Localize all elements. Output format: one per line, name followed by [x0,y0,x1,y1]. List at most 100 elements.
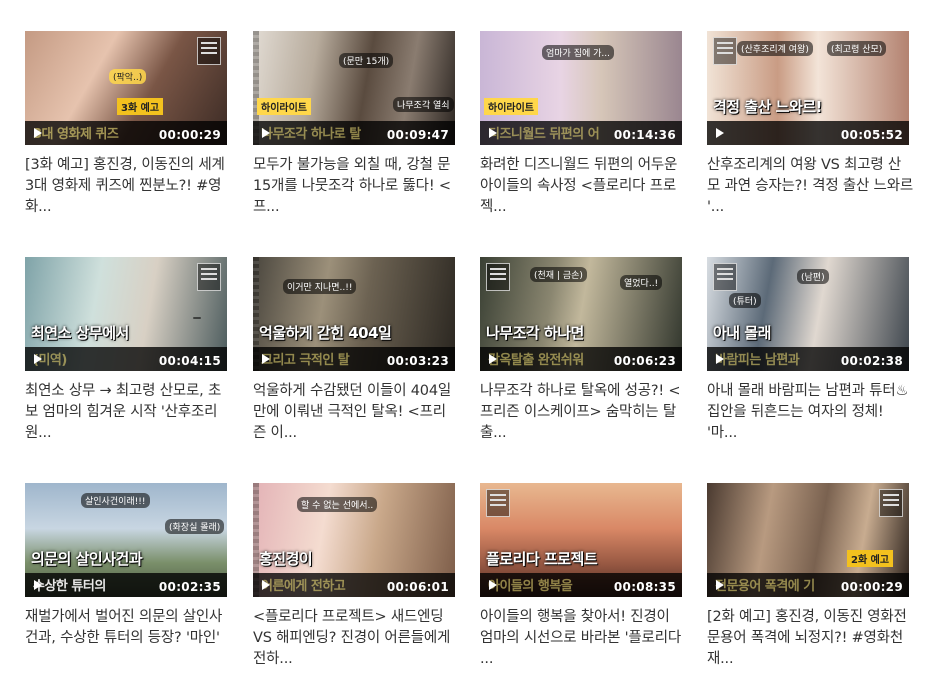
video-duration: 00:00:29 [158,128,221,142]
thumbnail-badge: 2화 예고 [847,550,894,567]
thumbnail-caption: 어른에게 전하고 [261,579,346,594]
video-title[interactable]: 나무조각 하나로 탈옥에 성공?! <프리즌 이스케이프> 숨막히는 탈출... [480,381,686,444]
video-title[interactable]: 재벌가에서 벌어진 의문의 살인사건과, 수상한 튜터의 등장? '마인' [25,607,231,649]
video-title[interactable]: 모두가 불가능을 외칠 때, 강철 문 15개를 나뭇조각 하나로 뚫다! <프… [253,155,459,218]
thumbnail-caption: 디즈니월드 뒤편의 어 [488,127,600,142]
channel-logo-icon [197,263,221,291]
video-card[interactable]: 살인사건이래!!! (화장실 몰래) 의문의 살인사건과 수상한 튜터의 00:… [25,483,229,681]
video-grid: (팍악..) 3화 예고 3대 영화제 퀴즈 00:00:29 [3화 예고] … [0,0,926,681]
channel-logo-icon [879,489,903,517]
thumbnail-caption: 바람피는 남편과 [715,353,800,368]
highlight-badge: 하이라이트 [257,98,311,115]
thumbnail-tag: (산후조리계 여왕) [737,41,813,56]
play-icon [489,354,497,364]
play-icon [489,128,497,138]
video-card[interactable]: (천재 | 금손) 열었다..! 나무조각 하나면 감옥탈출 완전쉬워 00:0… [480,257,684,457]
video-thumbnail[interactable]: (튜터) (남편) 아내 몰래 바람피는 남편과 00:02:38 [707,257,909,371]
thumbnail-tag: 할 수 없는 선에서.. [297,497,378,512]
video-duration: 00:04:15 [158,354,221,368]
thumbnail-caption: 전문용어 폭격에 기 [715,579,815,594]
video-thumbnail[interactable]: (산후조리계 여왕) (최고령 산모) 격정 출산 느와르! 00:05:52 [707,31,909,145]
play-icon [262,580,270,590]
thumbnail-tag: (천재 | 금손) [530,267,587,282]
video-duration: 00:14:36 [613,128,676,142]
video-title[interactable]: <플로리다 프로젝트> 새드엔딩 VS 해피엔딩? 진경이 어른들에게 전하..… [253,607,459,670]
thumbnail-tag: 이거만 지나면..!! [283,279,357,294]
video-thumbnail[interactable]: (천재 | 금손) 열었다..! 나무조각 하나면 감옥탈출 완전쉬워 00:0… [480,257,682,371]
play-icon [34,354,42,364]
video-thumbnail[interactable]: 할 수 없는 선에서.. 홍진경이 어른에게 전하고 00:06:01 [253,483,455,597]
video-title[interactable]: 억울하게 수감됐던 이들이 404일만에 이뤄낸 극적인 탈옥! <프리즌 이.… [253,381,459,444]
video-card[interactable]: 최연소 상무에서 (미역) 00:04:15 최연소 상무 → 최고령 산모로,… [25,257,229,457]
channel-logo-icon [713,37,737,65]
thumbnail-caption: 감옥탈출 완전쉬워 [488,353,584,368]
video-title[interactable]: 아이들의 행복을 찾아서! 진경이 엄마의 시선으로 바라본 '플로리다 ... [480,607,686,670]
thumbnail-headline: 나무조각 하나면 [486,324,584,342]
thumbnail-tag: 살인사건이래!!! [81,493,150,508]
thumbnail-tag: 열었다..! [620,275,663,290]
video-card[interactable]: (문만 15개) 나무조각 열쇠 하이라이트 나무조각 하나로 탈 00:09:… [253,31,457,231]
video-card[interactable]: 할 수 없는 선에서.. 홍진경이 어른에게 전하고 00:06:01 <플로리… [253,483,457,681]
video-card[interactable]: (팍악..) 3화 예고 3대 영화제 퀴즈 00:00:29 [3화 예고] … [25,31,229,231]
video-duration: 00:02:38 [840,354,903,368]
thumbnail-tag: 엄마가 집에 가... [542,45,614,60]
video-duration: 00:05:52 [840,128,903,142]
play-icon [489,580,497,590]
video-title[interactable]: 최연소 상무 → 최고령 산모로, 초보 엄마의 힘겨운 시작 '산후조리원..… [25,381,231,444]
video-card[interactable]: 2화 예고 전문용어 폭격에 기 00:00:29 [2화 예고] 홍진경, 이… [707,483,911,681]
thumbnail-headline: 아내 몰래 [713,324,771,342]
play-icon [716,354,724,364]
video-thumbnail[interactable]: 살인사건이래!!! (화장실 몰래) 의문의 살인사건과 수상한 튜터의 00:… [25,483,227,597]
video-card[interactable]: (튜터) (남편) 아내 몰래 바람피는 남편과 00:02:38 아내 몰래 … [707,257,911,457]
thumbnail-headline: 최연소 상무에서 [31,324,129,342]
video-duration: 00:03:23 [386,354,449,368]
video-thumbnail[interactable]: (문만 15개) 나무조각 열쇠 하이라이트 나무조각 하나로 탈 00:09:… [253,31,455,145]
play-icon [262,354,270,364]
thumbnail-tag: (팍악..) [109,69,147,84]
video-duration: 00:09:47 [386,128,449,142]
thumbnail-tag: (문만 15개) [339,53,394,68]
thumbnail-headline: 홍진경이 [259,550,313,568]
video-thumbnail[interactable]: 엄마가 집에 가... 하이라이트 디즈니월드 뒤편의 어 00:14:36 [480,31,682,145]
video-thumbnail[interactable]: 플로리다 프로젝트 아이들의 행복을 00:08:35 [480,483,682,597]
thumbnail-badge: 3화 예고 [117,98,164,115]
play-icon [34,128,42,138]
thumbnail-caption: 아이들의 행복을 [488,579,573,594]
play-icon [262,128,270,138]
video-thumbnail[interactable]: (팍악..) 3화 예고 3대 영화제 퀴즈 00:00:29 [25,31,227,145]
thumbnail-headline: 플로리다 프로젝트 [486,550,598,568]
video-duration: 00:06:01 [386,580,449,594]
thumbnail-headline: 격정 출산 느와르! [713,98,822,116]
channel-logo-icon [197,37,221,65]
channel-logo-icon [486,489,510,517]
video-title[interactable]: 아내 몰래 바람피는 남편과 튜터♨ 집안을 뒤흔드는 여자의 정체! '마..… [707,381,913,444]
video-card[interactable]: (산후조리계 여왕) (최고령 산모) 격정 출산 느와르! 00:05:52 … [707,31,913,231]
play-icon [716,580,724,590]
video-card[interactable]: 플로리다 프로젝트 아이들의 행복을 00:08:35 아이들의 행복을 찾아서… [480,483,684,681]
play-icon [716,128,724,138]
play-icon [34,580,42,590]
thumbnail-tag: (최고령 산모) [827,41,887,56]
thumbnail-headline: 억울하게 갇힌 404일 [259,324,392,342]
video-thumbnail[interactable]: 최연소 상무에서 (미역) 00:04:15 [25,257,227,371]
video-title[interactable]: [3화 예고] 홍진경, 이동진의 세계 3대 영화제 퀴즈에 찐분노?! #영… [25,155,231,218]
video-thumbnail[interactable]: 2화 예고 전문용어 폭격에 기 00:00:29 [707,483,909,597]
video-card[interactable]: 엄마가 집에 가... 하이라이트 디즈니월드 뒤편의 어 00:14:36 화… [480,31,684,231]
channel-logo-icon [713,263,737,291]
video-duration: 00:02:35 [158,580,221,594]
thumbnail-caption: 그리고 극적인 탈 [261,353,350,368]
video-title[interactable]: 산후조리계의 여왕 VS 최고령 산모 과연 승자는?! 격정 출산 느와르 '… [707,155,913,218]
thumbnail-tag: (남편) [797,269,829,284]
thumbnail-caption: 수상한 튜터의 [33,579,106,594]
video-thumbnail[interactable]: 이거만 지나면..!! 억울하게 갇힌 404일 그리고 극적인 탈 00:03… [253,257,455,371]
video-duration: 00:08:35 [613,580,676,594]
thumbnail-tag: (화장실 몰래) [165,519,225,534]
video-duration: 00:00:29 [840,580,903,594]
video-title[interactable]: 화려한 디즈니월드 뒤편의 어두운 아이들의 속사정 <플로리다 프로젝... [480,155,686,218]
video-title[interactable]: [2화 예고] 홍진경, 이동진 영화전문용어 폭격에 뇌정지?! #영화천재.… [707,607,913,670]
video-duration: 00:06:23 [613,354,676,368]
thumbnail-caption: 3대 영화제 퀴즈 [33,127,119,142]
video-card[interactable]: 이거만 지나면..!! 억울하게 갇힌 404일 그리고 극적인 탈 00:03… [253,257,457,457]
thumbnail-headline: 의문의 살인사건과 [31,550,143,568]
thumbnail-tag: (튜터) [729,293,761,308]
